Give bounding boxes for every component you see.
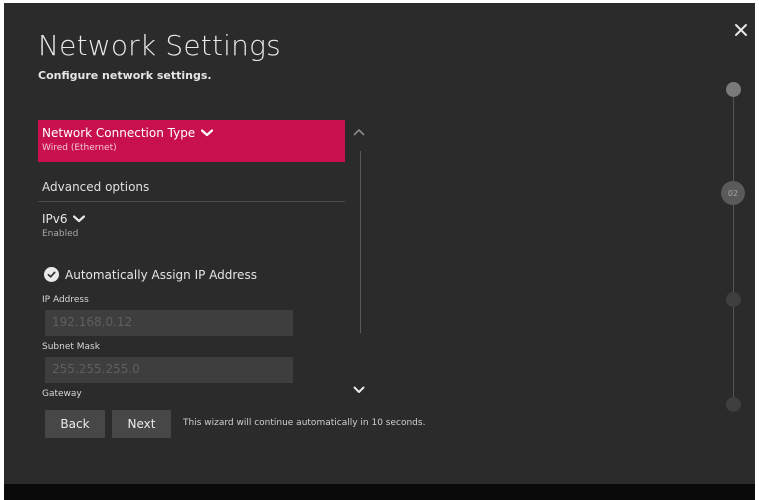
advanced-options-heading: Advanced options bbox=[42, 180, 150, 194]
auto-assign-ip-label: Automatically Assign IP Address bbox=[65, 267, 257, 282]
network-settings-screen: Network Settings Configure network setti… bbox=[4, 3, 755, 484]
chevron-up-icon bbox=[353, 129, 365, 136]
step-indicator-3 bbox=[726, 292, 741, 307]
close-icon bbox=[735, 24, 747, 36]
scroll-down-button[interactable] bbox=[353, 386, 365, 396]
connection-type-value: Wired (Ethernet) bbox=[42, 143, 117, 153]
ipv6-value: Enabled bbox=[42, 229, 79, 239]
gateway-label: Gateway bbox=[42, 389, 82, 399]
section-divider bbox=[38, 201, 345, 202]
chevron-down-icon bbox=[201, 129, 214, 137]
step-indicator-1 bbox=[726, 82, 741, 97]
subnet-mask-label: Subnet Mask bbox=[42, 342, 100, 352]
chevron-down-icon bbox=[72, 215, 85, 223]
close-button[interactable] bbox=[734, 23, 748, 37]
bottom-border bbox=[4, 484, 755, 500]
next-button[interactable]: Next bbox=[112, 410, 171, 438]
auto-assign-ip-checkbox[interactable]: Automatically Assign IP Address bbox=[44, 267, 257, 282]
connection-type-label: Network Connection Type bbox=[42, 126, 196, 140]
scroll-up-button[interactable] bbox=[353, 128, 365, 138]
ip-address-field[interactable]: 192.168.0.12 bbox=[45, 310, 293, 336]
scrollbar[interactable] bbox=[360, 151, 361, 333]
network-connection-type-dropdown[interactable]: Network Connection Type Wired (Ethernet) bbox=[38, 120, 345, 162]
step-indicator-4 bbox=[726, 397, 741, 412]
subnet-mask-field[interactable]: 255.255.255.0 bbox=[45, 357, 293, 383]
step-progress-line bbox=[733, 89, 734, 405]
chevron-down-icon bbox=[353, 386, 365, 393]
page-subtitle: Configure network settings. bbox=[38, 69, 212, 82]
ipv6-dropdown[interactable]: IPv6 Enabled bbox=[42, 212, 85, 239]
check-icon bbox=[44, 267, 59, 282]
page-title: Network Settings bbox=[38, 29, 281, 62]
wizard-countdown-note: This wizard will continue automatically … bbox=[183, 418, 426, 428]
back-button[interactable]: Back bbox=[45, 410, 105, 438]
ipv6-label: IPv6 bbox=[42, 212, 68, 226]
settings-panel: Network Connection Type Wired (Ethernet)… bbox=[38, 120, 347, 403]
ip-address-label: IP Address bbox=[42, 295, 89, 305]
step-indicator-current: 02 bbox=[721, 181, 745, 205]
